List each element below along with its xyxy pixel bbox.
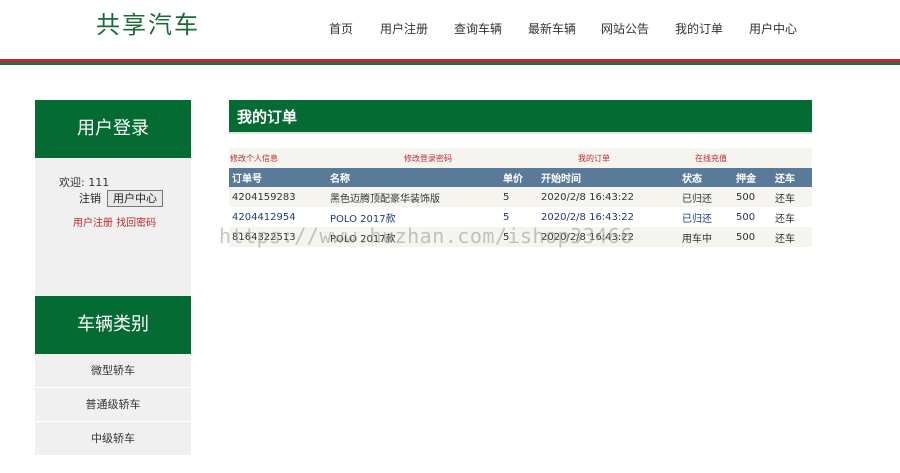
deposit: 500 — [733, 207, 772, 227]
subnav-change-password[interactable]: 修改登录密码 — [404, 153, 452, 164]
category-item-standard[interactable]: 普通级轿车 — [35, 388, 191, 422]
site-header: 共享汽车 首页 用户注册 查询车辆 最新车辆 网站公告 我的订单 用户中心 — [0, 0, 900, 65]
logout-button[interactable]: 注销 — [73, 190, 107, 207]
col-return: 还车 — [772, 168, 812, 187]
start-time: 2020/2/8 16:43:22 — [538, 187, 679, 207]
nav-latest-cars[interactable]: 最新车辆 — [528, 20, 576, 37]
nav-home[interactable]: 首页 — [329, 20, 353, 37]
login-panel-title: 用户登录 — [35, 100, 191, 158]
sidebar: 用户登录 欢迎: 111 注销 用户中心 用户注册 找回密码 车辆类别 微型轿车… — [35, 100, 191, 456]
col-start-time: 开始时间 — [538, 168, 679, 187]
category-list: 微型轿车 普通级轿车 中级轿车 — [35, 354, 191, 456]
col-status: 状态 — [679, 168, 733, 187]
order-no: 4204159283 — [229, 187, 327, 207]
col-price: 单价 — [500, 168, 538, 187]
account-subnav: 修改个人信息 修改登录密码 我的订单 在线充值 — [229, 148, 812, 168]
page-title: 我的订单 — [229, 100, 812, 134]
table-row: 4204159283 黑色迈腾顶配豪华装饰版 5 2020/2/8 16:43:… — [229, 187, 812, 207]
category-item-micro[interactable]: 微型轿车 — [35, 354, 191, 388]
deposit: 500 — [733, 227, 772, 247]
nav-announcements[interactable]: 网站公告 — [601, 20, 649, 37]
register-link[interactable]: 用户注册 — [73, 218, 113, 229]
col-order-no: 订单号 — [229, 168, 327, 187]
category-item-mid[interactable]: 中级轿车 — [35, 422, 191, 456]
car-name: 黑色迈腾顶配豪华装饰版 — [327, 187, 500, 207]
col-name: 名称 — [327, 168, 500, 187]
table-header-row: 订单号 名称 单价 开始时间 状态 押金 还车 — [229, 168, 812, 187]
nav-search-cars[interactable]: 查询车辆 — [454, 20, 502, 37]
unit-price: 5 — [500, 187, 538, 207]
user-center-button[interactable]: 用户中心 — [107, 190, 163, 207]
main-nav: 首页 用户注册 查询车辆 最新车辆 网站公告 我的订单 用户中心 — [0, 20, 900, 40]
deposit: 500 — [733, 187, 772, 207]
login-links: 用户注册 找回密码 — [73, 214, 156, 229]
order-status: 已归还 — [679, 207, 733, 227]
return-car-link[interactable]: 还车 — [772, 187, 812, 207]
welcome-text: 欢迎: 111 — [59, 176, 110, 189]
login-panel: 欢迎: 111 注销 用户中心 用户注册 找回密码 — [35, 158, 191, 296]
nav-user-center[interactable]: 用户中心 — [749, 20, 797, 37]
subnav-my-orders[interactable]: 我的订单 — [578, 153, 610, 164]
watermark-text: https://www.huzhan.com/ishop33466 — [219, 224, 633, 248]
subnav-edit-profile[interactable]: 修改个人信息 — [230, 153, 278, 164]
nav-my-orders[interactable]: 我的订单 — [675, 20, 723, 37]
order-status: 已归还 — [679, 187, 733, 207]
forgot-password-link[interactable]: 找回密码 — [116, 218, 156, 229]
order-status: 用车中 — [679, 227, 733, 247]
nav-register[interactable]: 用户注册 — [380, 20, 428, 37]
header-divider-green — [0, 62, 900, 65]
col-deposit: 押金 — [733, 168, 772, 187]
subnav-recharge[interactable]: 在线充值 — [695, 153, 727, 164]
return-car-link[interactable]: 还车 — [772, 207, 812, 227]
return-car-link[interactable]: 还车 — [772, 227, 812, 247]
category-panel-title: 车辆类别 — [35, 296, 191, 354]
